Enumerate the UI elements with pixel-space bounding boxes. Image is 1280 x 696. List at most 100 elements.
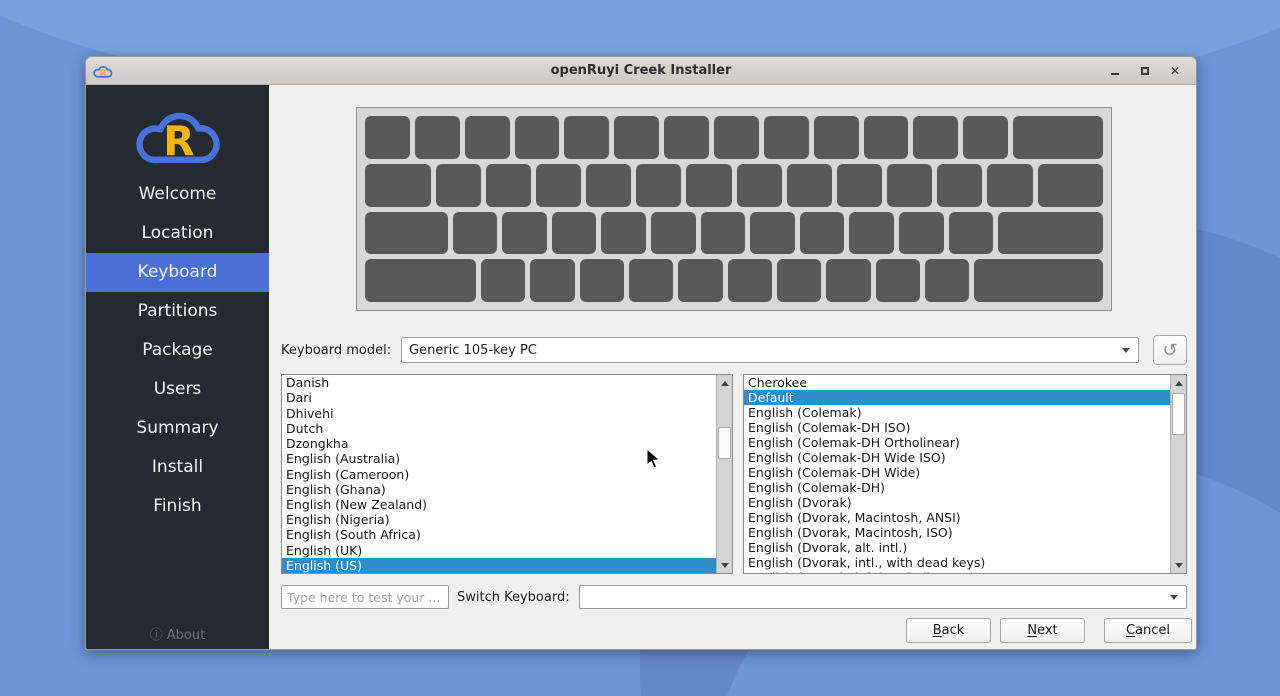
close-button[interactable]: ✕	[1168, 64, 1182, 78]
titlebar[interactable]: R openRuyi Creek Installer ✕	[86, 57, 1196, 85]
keyboard-key	[415, 116, 460, 159]
keyboard-key	[1038, 164, 1104, 207]
keyboard-key	[586, 164, 631, 207]
variant-item[interactable]: English (Dvorak, alt. intl.)	[744, 540, 1170, 555]
switch-keyboard-select[interactable]	[579, 585, 1187, 609]
keyboard-key	[564, 116, 609, 159]
step-summary: Summary	[86, 409, 269, 448]
keyboard-key	[814, 116, 859, 159]
keyboard-key	[486, 164, 531, 207]
variant-item[interactable]: Cherokee	[744, 375, 1170, 390]
layout-item[interactable]: Dzongkha	[282, 436, 716, 451]
keyboard-key	[536, 164, 581, 207]
layout-item[interactable]: English (Nigeria)	[282, 512, 716, 527]
about-button[interactable]: ⓘ About	[86, 624, 269, 643]
layout-list-scrollbar[interactable]	[716, 375, 732, 573]
keyboard-key	[614, 116, 659, 159]
keyboard-key	[728, 259, 772, 302]
keyboard-key	[453, 212, 498, 255]
variant-item[interactable]: English (Dvorak, Macintosh, ISO)	[744, 525, 1170, 540]
keyboard-key	[764, 116, 809, 159]
layout-item[interactable]: English (Ghana)	[282, 482, 716, 497]
keyboard-preview	[356, 107, 1112, 311]
variant-item[interactable]: English (Dvorak)	[744, 495, 1170, 510]
step-package: Package	[86, 331, 269, 370]
keyboard-key	[481, 259, 525, 302]
keyboard-key	[365, 259, 476, 302]
keyboard-row	[365, 259, 1103, 302]
keyboard-key	[664, 116, 709, 159]
layout-item[interactable]: English (South Africa)	[282, 527, 716, 542]
keyboard-variant-list[interactable]: Cherokee Default English (Colemak) Engli…	[743, 374, 1187, 574]
svg-text:R: R	[163, 117, 194, 165]
installer-window: R openRuyi Creek Installer ✕ R Welcome L…	[85, 56, 1197, 650]
refresh-icon: ↺	[1162, 340, 1177, 361]
cancel-button[interactable]: Cancel	[1104, 618, 1192, 643]
minimize-icon	[1111, 73, 1119, 75]
keyboard-key	[800, 212, 845, 255]
layout-item[interactable]: English (UK)	[282, 543, 716, 558]
keyboard-model-select[interactable]: Generic 105-key PC	[401, 337, 1139, 363]
layout-item[interactable]: English (Cameroon)	[282, 466, 716, 481]
reset-keyboard-button[interactable]: ↺	[1153, 335, 1187, 365]
layout-item[interactable]: English (New Zealand)	[282, 497, 716, 512]
keyboard-key	[998, 212, 1103, 255]
back-button[interactable]: Back	[906, 618, 991, 643]
variant-item[interactable]: English (Colemak-DH Wide)	[744, 465, 1170, 480]
keyboard-model-value: Generic 105-key PC	[409, 343, 537, 358]
layout-item[interactable]: English (Australia)	[282, 451, 716, 466]
layout-item[interactable]: Dhivehi	[282, 405, 716, 420]
keyboard-key	[601, 212, 646, 255]
scrollbar-thumb[interactable]	[718, 427, 731, 459]
keyboard-row	[365, 164, 1103, 207]
layout-item[interactable]: Dari	[282, 390, 716, 405]
scroll-up-icon[interactable]	[1171, 376, 1186, 390]
minimize-button[interactable]	[1108, 64, 1122, 78]
variant-item[interactable]: English (Colemak-DH)	[744, 480, 1170, 495]
close-icon: ✕	[1170, 65, 1180, 77]
scroll-up-icon[interactable]	[717, 376, 732, 390]
keyboard-key	[365, 164, 431, 207]
switch-keyboard-label: Switch Keyboard:	[457, 590, 570, 605]
scroll-down-icon[interactable]	[1171, 558, 1186, 572]
step-location: Location	[86, 214, 269, 253]
maximize-button[interactable]	[1138, 64, 1152, 78]
keyboard-page: Keyboard model: Generic 105-key PC ↺ Dan…	[269, 85, 1196, 650]
layout-item[interactable]: Danish	[282, 375, 716, 390]
layout-item[interactable]: Dutch	[282, 421, 716, 436]
step-partitions: Partitions	[86, 292, 269, 331]
variant-item[interactable]: English (Colemak-DH ISO)	[744, 420, 1170, 435]
keyboard-key	[515, 116, 560, 159]
step-finish: Finish	[86, 487, 269, 526]
keyboard-key	[1013, 116, 1103, 159]
scroll-down-icon[interactable]	[717, 558, 732, 572]
layout-item-selected[interactable]: English (US)	[282, 558, 716, 573]
keyboard-key	[737, 164, 782, 207]
variant-item[interactable]: English (Dvorak, Macintosh, ANSI)	[744, 510, 1170, 525]
variant-item[interactable]: English (Colemak-DH Ortholinear)	[744, 435, 1170, 450]
window-title: openRuyi Creek Installer	[86, 63, 1196, 78]
variant-item-partial[interactable]: English (Dvorak, left-handed)	[744, 570, 1170, 573]
keyboard-row	[365, 116, 1103, 159]
about-label: About	[167, 628, 205, 643]
keyboard-key	[365, 212, 448, 255]
keyboard-test-input[interactable]	[281, 585, 449, 609]
info-icon: ⓘ	[150, 628, 163, 643]
variant-item[interactable]: English (Dvorak, intl., with dead keys)	[744, 555, 1170, 570]
keyboard-layout-list[interactable]: Danish Dari Dhivehi Dutch Dzongkha Engli…	[281, 374, 733, 574]
scrollbar-thumb[interactable]	[1172, 393, 1185, 435]
keyboard-key	[864, 116, 909, 159]
keyboard-key	[365, 116, 410, 159]
keyboard-key	[963, 116, 1008, 159]
variant-list-scrollbar[interactable]	[1170, 375, 1186, 573]
next-button[interactable]: Next	[1000, 618, 1085, 643]
variant-item[interactable]: English (Colemak-DH Wide ISO)	[744, 450, 1170, 465]
keyboard-key	[701, 212, 746, 255]
variant-item-selected[interactable]: Default	[744, 390, 1170, 405]
keyboard-key	[974, 259, 1103, 302]
keyboard-key	[849, 212, 894, 255]
chevron-down-icon	[1122, 348, 1130, 353]
keyboard-key	[937, 164, 982, 207]
variant-item[interactable]: English (Colemak)	[744, 405, 1170, 420]
keyboard-key	[629, 259, 673, 302]
